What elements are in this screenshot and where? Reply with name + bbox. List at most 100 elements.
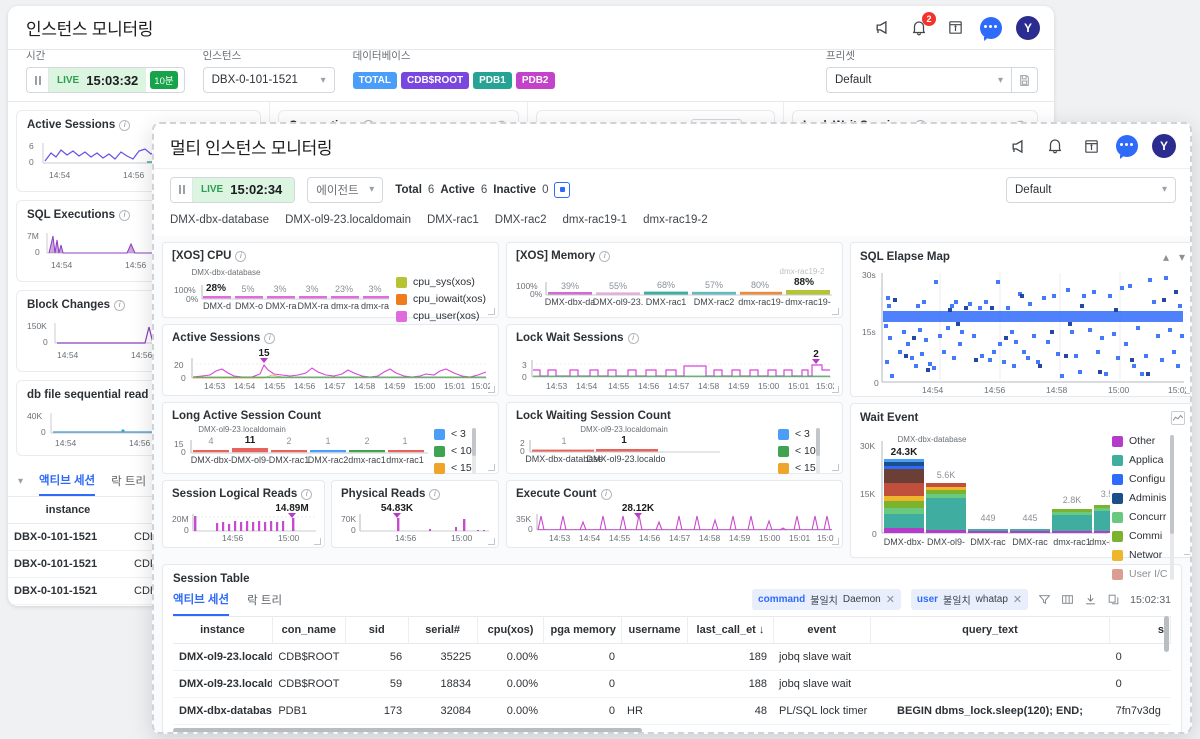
db-chip-total[interactable]: TOTAL bbox=[352, 71, 397, 89]
bell-icon[interactable]: 2 bbox=[908, 11, 936, 39]
resize-handle[interactable] bbox=[488, 464, 495, 471]
resize-handle[interactable] bbox=[1184, 387, 1190, 394]
db-chip-cdbroot[interactable]: CDB$ROOT bbox=[401, 71, 470, 89]
svg-text:15:01: 15:01 bbox=[789, 533, 811, 543]
col-con-name[interactable]: con_name bbox=[272, 616, 346, 644]
col-username[interactable]: username bbox=[621, 616, 689, 644]
resize-handle[interactable] bbox=[832, 538, 839, 545]
agent-item-4[interactable]: dmx-rac19-1 bbox=[563, 214, 628, 226]
sparkline-icon[interactable] bbox=[1171, 411, 1185, 425]
live-time-control[interactable]: LIVE 15:03:32 10분 bbox=[26, 67, 185, 93]
agent-select[interactable]: 에이전트 ▾ bbox=[307, 176, 384, 203]
columns-icon[interactable] bbox=[1061, 593, 1074, 606]
filter-chip-user[interactable]: user 불일치 whatap ✕ bbox=[910, 589, 1029, 610]
avatar[interactable]: Y bbox=[1152, 134, 1176, 158]
info-icon[interactable]: i bbox=[235, 250, 247, 262]
svg-text:30K: 30K bbox=[860, 441, 875, 451]
info-icon[interactable]: i bbox=[599, 250, 611, 262]
range-badge[interactable]: 10분 bbox=[150, 71, 178, 89]
svg-text:14:59: 14:59 bbox=[384, 381, 406, 391]
resize-handle[interactable] bbox=[314, 538, 321, 545]
svg-text:14:53: 14:53 bbox=[549, 533, 571, 543]
agent-item-2[interactable]: DMX-rac1 bbox=[427, 214, 479, 226]
chat-icon[interactable] bbox=[980, 16, 1002, 41]
session-table-tabs: 액티브 세션 락 트리 command 불일치 Daemon ✕ user 불일… bbox=[173, 589, 1171, 616]
modal-live-time-control[interactable]: LIVE 15:02:34 bbox=[170, 176, 296, 203]
info-icon[interactable]: i bbox=[600, 488, 612, 500]
collapse-icon[interactable]: ▾ bbox=[18, 476, 23, 487]
col-instance[interactable]: instance bbox=[173, 616, 273, 644]
col-event[interactable]: event bbox=[773, 616, 871, 644]
table-horizontal-scrollbar[interactable] bbox=[173, 728, 643, 732]
tab-lock-tree[interactable]: 락 트리 bbox=[247, 592, 282, 615]
legend-scrollbar[interactable] bbox=[815, 428, 820, 474]
info-icon[interactable]: i bbox=[118, 209, 130, 221]
svg-text:14:54: 14:54 bbox=[576, 381, 598, 391]
col-serial[interactable]: serial# bbox=[408, 616, 478, 644]
legend-swatch bbox=[778, 445, 789, 457]
agent-list: DMX-dbx-database DMX-ol9-23.localdomain … bbox=[154, 210, 1190, 236]
col-last-call-et[interactable]: last_call_et ↓ bbox=[687, 616, 774, 644]
resize-handle[interactable] bbox=[488, 308, 495, 315]
filter-icon[interactable] bbox=[1038, 593, 1051, 606]
pause-button[interactable] bbox=[27, 68, 49, 92]
col-cpu-xos[interactable]: cpu(xos) bbox=[477, 616, 545, 644]
close-icon[interactable]: ✕ bbox=[1013, 593, 1022, 606]
megaphone-icon[interactable] bbox=[1008, 135, 1030, 157]
resize-handle[interactable] bbox=[832, 386, 839, 393]
avatar[interactable]: Y bbox=[1016, 15, 1040, 40]
preset-select[interactable]: Default ▾ bbox=[826, 67, 1012, 93]
info-icon[interactable]: i bbox=[119, 119, 131, 131]
info-icon[interactable]: i bbox=[264, 332, 276, 344]
resize-handle[interactable] bbox=[488, 386, 495, 393]
col-query-text[interactable]: query_text bbox=[870, 616, 1111, 644]
info-icon[interactable]: i bbox=[627, 332, 639, 344]
filter-chip-command[interactable]: command 불일치 Daemon ✕ bbox=[752, 589, 901, 610]
db-chip-pdb2[interactable]: PDB2 bbox=[515, 71, 555, 89]
table-row[interactable]: DMX-dbx-database PDB1 173 32084 0.00% 0 … bbox=[173, 697, 1171, 725]
agent-item-1[interactable]: DMX-ol9-23.localdomain bbox=[285, 214, 411, 226]
agent-item-3[interactable]: DMX-rac2 bbox=[495, 214, 547, 226]
col-sql-id[interactable]: s bbox=[1109, 616, 1171, 644]
agent-item-5[interactable]: dmx-rac19-2 bbox=[643, 214, 708, 226]
db-chip-pdb1[interactable]: PDB1 bbox=[473, 71, 512, 89]
info-icon[interactable]: i bbox=[301, 488, 313, 500]
bell-icon[interactable] bbox=[1044, 135, 1066, 157]
svg-text:0: 0 bbox=[872, 529, 877, 539]
info-icon[interactable]: i bbox=[114, 299, 126, 311]
resize-handle[interactable] bbox=[1184, 548, 1190, 555]
tab-active-session[interactable]: 액티브 세션 bbox=[173, 591, 230, 616]
resize-handle[interactable] bbox=[832, 308, 839, 315]
agent-item-0[interactable]: DMX-dbx-database bbox=[170, 214, 269, 226]
chevron-up-icon[interactable]: ▴ bbox=[1163, 250, 1169, 264]
col-sid[interactable]: sid bbox=[345, 616, 409, 644]
close-icon[interactable]: ✕ bbox=[886, 593, 895, 606]
resize-handle[interactable] bbox=[832, 464, 839, 471]
bg-tab-active-session[interactable]: 액티브 세션 bbox=[39, 472, 96, 496]
calendar-icon[interactable] bbox=[944, 17, 966, 39]
chevron-down-icon[interactable]: ▾ bbox=[1179, 250, 1185, 264]
resize-handle[interactable] bbox=[488, 538, 495, 545]
col-pga-memory[interactable]: pga memory bbox=[543, 616, 622, 644]
megaphone-icon[interactable] bbox=[872, 17, 894, 39]
calendar-icon[interactable] bbox=[1080, 135, 1102, 157]
table-vertical-scrollbar[interactable] bbox=[1164, 616, 1169, 652]
legend-scrollbar[interactable] bbox=[471, 428, 476, 474]
legend-scrollbar[interactable] bbox=[1169, 435, 1174, 580]
active-label: Active bbox=[440, 183, 475, 196]
info-icon[interactable]: i bbox=[429, 488, 441, 500]
table-row[interactable]: DMX-ol9-23.localdor CDB$ROOT 56 35225 0.… bbox=[173, 643, 1171, 671]
bg-tab-lock-tree[interactable]: 락 트리 bbox=[111, 473, 146, 495]
panel-title: Active Sessions bbox=[172, 332, 261, 344]
copy-icon[interactable] bbox=[1107, 593, 1120, 606]
chat-icon[interactable] bbox=[1116, 135, 1138, 159]
pause-button[interactable] bbox=[171, 177, 193, 202]
focus-icon[interactable] bbox=[554, 181, 571, 198]
instance-select[interactable]: DBX-0-101-1521 ▾ bbox=[202, 67, 335, 93]
save-preset-button[interactable] bbox=[1012, 67, 1038, 93]
cell-instance: DMX-ol9-23.localdor bbox=[173, 670, 273, 698]
download-icon[interactable] bbox=[1084, 593, 1097, 606]
legend-wait-event: Other Applica Configu Adminis Concurr Co… bbox=[1112, 435, 1174, 580]
modal-preset-select[interactable]: Default ▾ bbox=[1006, 176, 1176, 203]
table-row[interactable]: DMX-ol9-23.localdor CDB$ROOT 59 18834 0.… bbox=[173, 670, 1171, 698]
